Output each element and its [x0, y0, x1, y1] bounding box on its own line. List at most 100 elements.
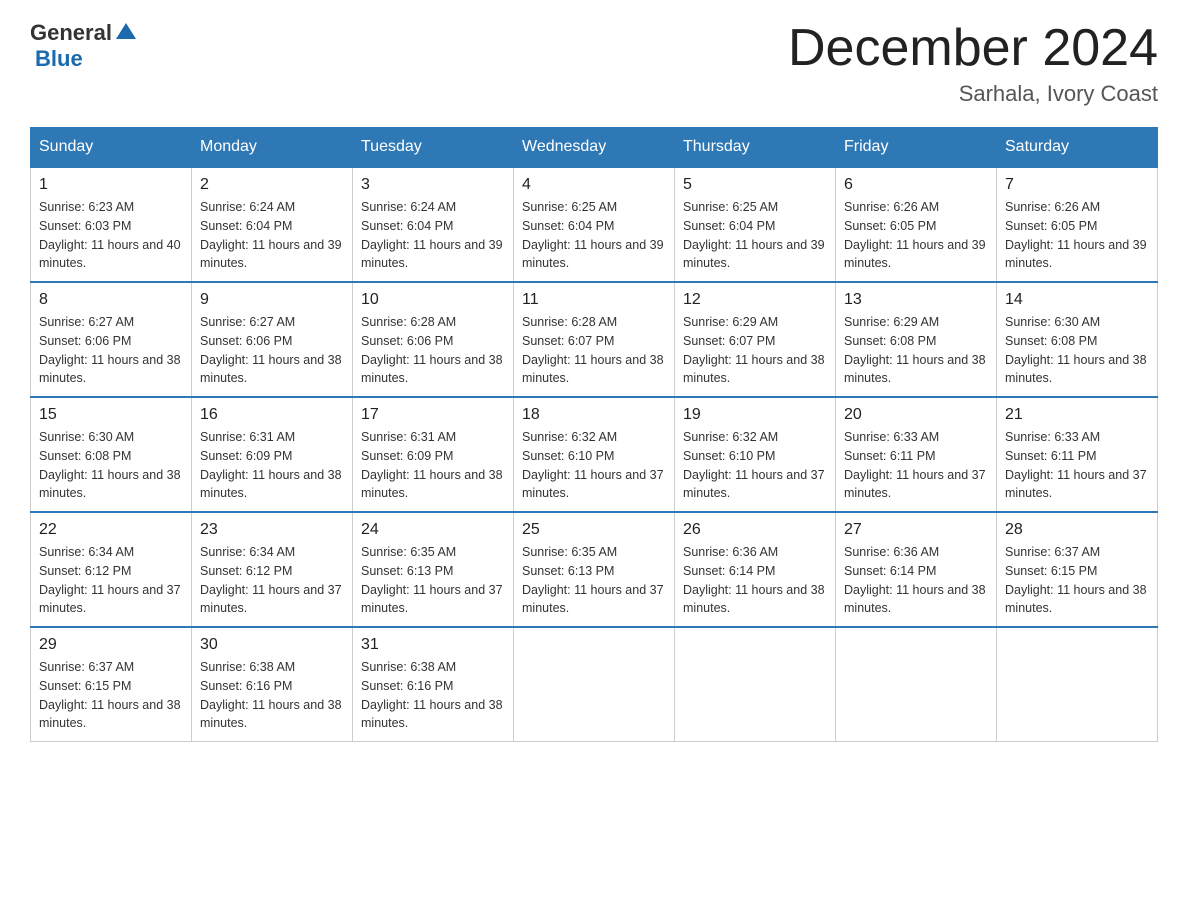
day-info: Sunrise: 6:35 AM Sunset: 6:13 PM Dayligh… — [361, 543, 505, 618]
day-number: 12 — [683, 291, 827, 309]
day-number: 7 — [1005, 176, 1149, 194]
day-info: Sunrise: 6:33 AM Sunset: 6:11 PM Dayligh… — [844, 428, 988, 503]
day-info: Sunrise: 6:25 AM Sunset: 6:04 PM Dayligh… — [522, 198, 666, 273]
calendar-cell: 4 Sunrise: 6:25 AM Sunset: 6:04 PM Dayli… — [514, 167, 675, 282]
day-info: Sunrise: 6:29 AM Sunset: 6:08 PM Dayligh… — [844, 313, 988, 388]
day-info: Sunrise: 6:26 AM Sunset: 6:05 PM Dayligh… — [1005, 198, 1149, 273]
day-number: 29 — [39, 636, 183, 654]
calendar-cell: 30 Sunrise: 6:38 AM Sunset: 6:16 PM Dayl… — [192, 627, 353, 742]
day-number: 11 — [522, 291, 666, 309]
calendar-cell: 25 Sunrise: 6:35 AM Sunset: 6:13 PM Dayl… — [514, 512, 675, 627]
title-area: December 2024 Sarhala, Ivory Coast — [788, 20, 1158, 107]
day-info: Sunrise: 6:31 AM Sunset: 6:09 PM Dayligh… — [200, 428, 344, 503]
day-number: 28 — [1005, 521, 1149, 539]
calendar-cell: 22 Sunrise: 6:34 AM Sunset: 6:12 PM Dayl… — [31, 512, 192, 627]
calendar-cell: 14 Sunrise: 6:30 AM Sunset: 6:08 PM Dayl… — [997, 282, 1158, 397]
calendar-cell: 6 Sunrise: 6:26 AM Sunset: 6:05 PM Dayli… — [836, 167, 997, 282]
day-number: 31 — [361, 636, 505, 654]
calendar-cell: 8 Sunrise: 6:27 AM Sunset: 6:06 PM Dayli… — [31, 282, 192, 397]
calendar-week-row: 22 Sunrise: 6:34 AM Sunset: 6:12 PM Dayl… — [31, 512, 1158, 627]
day-info: Sunrise: 6:31 AM Sunset: 6:09 PM Dayligh… — [361, 428, 505, 503]
calendar-cell: 29 Sunrise: 6:37 AM Sunset: 6:15 PM Dayl… — [31, 627, 192, 742]
weekday-header-friday: Friday — [836, 128, 997, 168]
calendar-cell: 16 Sunrise: 6:31 AM Sunset: 6:09 PM Dayl… — [192, 397, 353, 512]
day-number: 16 — [200, 406, 344, 424]
day-number: 2 — [200, 176, 344, 194]
weekday-header-tuesday: Tuesday — [353, 128, 514, 168]
logo-general-text: General — [30, 20, 112, 46]
day-info: Sunrise: 6:32 AM Sunset: 6:10 PM Dayligh… — [683, 428, 827, 503]
calendar-cell: 11 Sunrise: 6:28 AM Sunset: 6:07 PM Dayl… — [514, 282, 675, 397]
day-info: Sunrise: 6:29 AM Sunset: 6:07 PM Dayligh… — [683, 313, 827, 388]
calendar-cell: 28 Sunrise: 6:37 AM Sunset: 6:15 PM Dayl… — [997, 512, 1158, 627]
calendar-cell: 21 Sunrise: 6:33 AM Sunset: 6:11 PM Dayl… — [997, 397, 1158, 512]
day-number: 27 — [844, 521, 988, 539]
calendar-cell: 23 Sunrise: 6:34 AM Sunset: 6:12 PM Dayl… — [192, 512, 353, 627]
calendar-cell — [675, 627, 836, 742]
calendar-cell: 12 Sunrise: 6:29 AM Sunset: 6:07 PM Dayl… — [675, 282, 836, 397]
day-number: 17 — [361, 406, 505, 424]
day-info: Sunrise: 6:37 AM Sunset: 6:15 PM Dayligh… — [39, 658, 183, 733]
calendar-cell: 13 Sunrise: 6:29 AM Sunset: 6:08 PM Dayl… — [836, 282, 997, 397]
day-info: Sunrise: 6:25 AM Sunset: 6:04 PM Dayligh… — [683, 198, 827, 273]
logo: General Blue — [30, 20, 136, 72]
calendar-cell: 3 Sunrise: 6:24 AM Sunset: 6:04 PM Dayli… — [353, 167, 514, 282]
calendar-cell: 9 Sunrise: 6:27 AM Sunset: 6:06 PM Dayli… — [192, 282, 353, 397]
logo-triangle-icon — [114, 21, 136, 43]
calendar-cell: 5 Sunrise: 6:25 AM Sunset: 6:04 PM Dayli… — [675, 167, 836, 282]
day-info: Sunrise: 6:30 AM Sunset: 6:08 PM Dayligh… — [1005, 313, 1149, 388]
calendar-week-row: 15 Sunrise: 6:30 AM Sunset: 6:08 PM Dayl… — [31, 397, 1158, 512]
calendar-cell: 10 Sunrise: 6:28 AM Sunset: 6:06 PM Dayl… — [353, 282, 514, 397]
day-info: Sunrise: 6:38 AM Sunset: 6:16 PM Dayligh… — [200, 658, 344, 733]
day-info: Sunrise: 6:26 AM Sunset: 6:05 PM Dayligh… — [844, 198, 988, 273]
day-number: 21 — [1005, 406, 1149, 424]
calendar-cell — [514, 627, 675, 742]
day-info: Sunrise: 6:27 AM Sunset: 6:06 PM Dayligh… — [39, 313, 183, 388]
day-number: 23 — [200, 521, 344, 539]
day-info: Sunrise: 6:28 AM Sunset: 6:07 PM Dayligh… — [522, 313, 666, 388]
calendar-week-row: 1 Sunrise: 6:23 AM Sunset: 6:03 PM Dayli… — [31, 167, 1158, 282]
day-number: 26 — [683, 521, 827, 539]
calendar-cell: 26 Sunrise: 6:36 AM Sunset: 6:14 PM Dayl… — [675, 512, 836, 627]
day-info: Sunrise: 6:28 AM Sunset: 6:06 PM Dayligh… — [361, 313, 505, 388]
day-number: 6 — [844, 176, 988, 194]
day-number: 10 — [361, 291, 505, 309]
day-number: 25 — [522, 521, 666, 539]
day-info: Sunrise: 6:24 AM Sunset: 6:04 PM Dayligh… — [200, 198, 344, 273]
day-number: 30 — [200, 636, 344, 654]
day-number: 9 — [200, 291, 344, 309]
calendar-week-row: 8 Sunrise: 6:27 AM Sunset: 6:06 PM Dayli… — [31, 282, 1158, 397]
weekday-header-monday: Monday — [192, 128, 353, 168]
day-number: 13 — [844, 291, 988, 309]
day-info: Sunrise: 6:24 AM Sunset: 6:04 PM Dayligh… — [361, 198, 505, 273]
day-number: 19 — [683, 406, 827, 424]
day-info: Sunrise: 6:32 AM Sunset: 6:10 PM Dayligh… — [522, 428, 666, 503]
calendar-table: SundayMondayTuesdayWednesdayThursdayFrid… — [30, 127, 1158, 742]
day-info: Sunrise: 6:30 AM Sunset: 6:08 PM Dayligh… — [39, 428, 183, 503]
day-info: Sunrise: 6:34 AM Sunset: 6:12 PM Dayligh… — [200, 543, 344, 618]
calendar-cell — [997, 627, 1158, 742]
calendar-cell: 7 Sunrise: 6:26 AM Sunset: 6:05 PM Dayli… — [997, 167, 1158, 282]
calendar-header-row: SundayMondayTuesdayWednesdayThursdayFrid… — [31, 128, 1158, 168]
day-info: Sunrise: 6:34 AM Sunset: 6:12 PM Dayligh… — [39, 543, 183, 618]
day-info: Sunrise: 6:27 AM Sunset: 6:06 PM Dayligh… — [200, 313, 344, 388]
weekday-header-saturday: Saturday — [997, 128, 1158, 168]
day-info: Sunrise: 6:38 AM Sunset: 6:16 PM Dayligh… — [361, 658, 505, 733]
day-number: 5 — [683, 176, 827, 194]
day-number: 1 — [39, 176, 183, 194]
day-info: Sunrise: 6:33 AM Sunset: 6:11 PM Dayligh… — [1005, 428, 1149, 503]
calendar-cell: 20 Sunrise: 6:33 AM Sunset: 6:11 PM Dayl… — [836, 397, 997, 512]
day-number: 14 — [1005, 291, 1149, 309]
day-number: 18 — [522, 406, 666, 424]
calendar-cell — [836, 627, 997, 742]
location-text: Sarhala, Ivory Coast — [788, 81, 1158, 107]
calendar-cell: 15 Sunrise: 6:30 AM Sunset: 6:08 PM Dayl… — [31, 397, 192, 512]
day-number: 20 — [844, 406, 988, 424]
weekday-header-wednesday: Wednesday — [514, 128, 675, 168]
calendar-cell: 31 Sunrise: 6:38 AM Sunset: 6:16 PM Dayl… — [353, 627, 514, 742]
day-info: Sunrise: 6:36 AM Sunset: 6:14 PM Dayligh… — [683, 543, 827, 618]
calendar-cell: 1 Sunrise: 6:23 AM Sunset: 6:03 PM Dayli… — [31, 167, 192, 282]
day-number: 22 — [39, 521, 183, 539]
day-number: 4 — [522, 176, 666, 194]
day-number: 15 — [39, 406, 183, 424]
